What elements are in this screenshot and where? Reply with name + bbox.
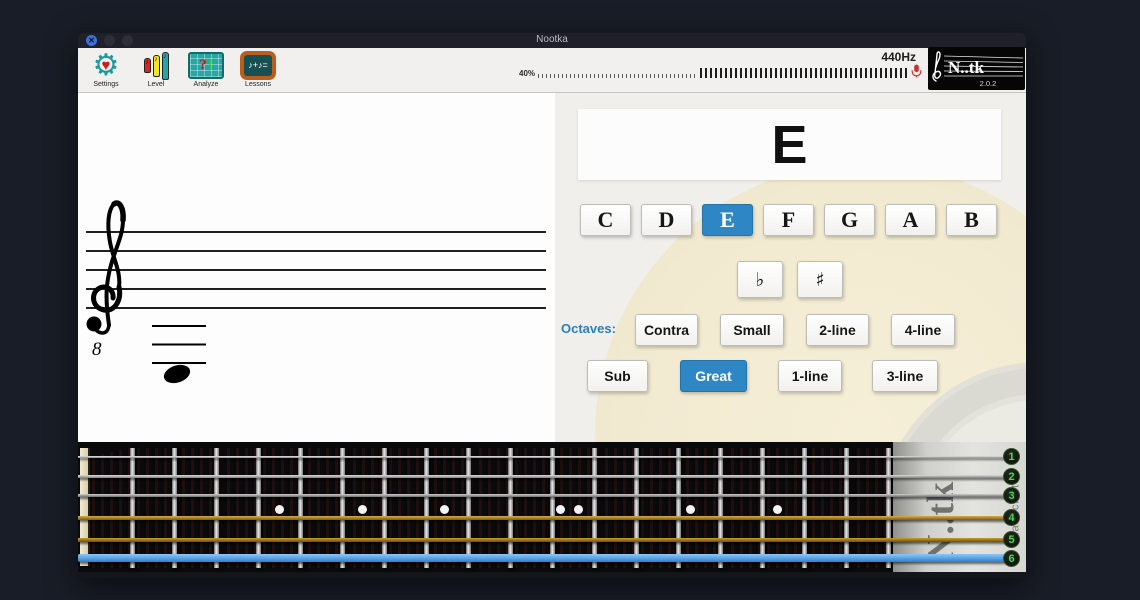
string-number-4[interactable]: 4 [1003,509,1020,526]
string-2[interactable] [78,475,1016,478]
microphone-icon[interactable] [911,64,922,78]
fret [592,448,597,568]
fret [256,448,261,568]
octaves-label: Octaves: [561,321,616,336]
octave-contra[interactable]: Contra [635,314,698,346]
fret [172,448,177,568]
tuning-frequency: 440Hz [881,50,916,64]
octave-2-line[interactable]: 2-line [806,314,869,346]
settings-button[interactable]: ⚙ ♥ Settings [84,50,128,88]
flat-button[interactable]: ♭ [737,261,783,298]
string-number-2[interactable]: 2 [1003,468,1020,485]
fret [424,448,429,568]
settings-gear-icon: ⚙ ♥ [84,50,128,81]
fret [844,448,849,568]
fretboard-nut [80,448,90,566]
guitar-fretboard[interactable]: N..tk handcrafted 1 2 3 4 5 6 [78,442,1026,572]
fret [760,448,765,568]
lessons-notes-icon: ♪+♪= [236,50,280,81]
fret [130,448,135,568]
window-bottom-edge [78,572,1026,577]
fret [508,448,513,568]
fret-marker-17 [773,505,782,514]
string-number-5[interactable]: 5 [1003,531,1020,548]
fret [340,448,345,568]
octave-4-line[interactable]: 4-line [891,314,955,346]
logo-clef-icon [933,52,940,81]
main-area: 8 E C D E F G A B ♭ ♯ Oc [78,93,1026,442]
string-1[interactable] [78,456,1016,458]
octave-great[interactable]: Great [680,360,747,392]
string-number-3[interactable]: 3 [1003,487,1020,504]
fret-marker-15 [686,505,695,514]
lessons-button[interactable]: ♪+♪= Lessons [236,50,280,88]
octave-sub[interactable]: Sub [587,360,648,392]
volume-percent: 40% [519,70,535,78]
note-name-panel: E C D E F G A B ♭ ♯ Octaves: Contra Smal… [555,93,1026,442]
note-letter-d[interactable]: D [641,204,692,236]
string-number-1[interactable]: 1 [1003,448,1020,465]
fret-marker-12b [574,505,583,514]
note-letter-e[interactable]: E [702,204,753,236]
logo-text: N..tk [948,58,984,77]
fret [214,448,219,568]
fret-marker-7 [358,505,367,514]
analyze-chart-icon: ? ! [184,50,228,81]
clef-octave-mark: 8 [92,339,102,360]
fret [382,448,387,568]
string-5[interactable] [78,538,1016,542]
current-note-display: E [578,109,1001,180]
level-button[interactable]: ♪♪♪ Level [134,50,178,88]
staff: 8 [78,93,555,442]
note-letter-g[interactable]: G [824,204,875,236]
treble-clef-icon: 8 [87,203,124,360]
heart-icon: ♥ [102,57,111,74]
string-6-highlighted[interactable] [78,554,1016,562]
fret [718,448,723,568]
fret-marker-5 [275,505,284,514]
nootka-logo: N..tk 2.0.2 [928,47,1025,90]
level-label: Level [134,81,178,88]
octave-3-line[interactable]: 3-line [872,360,938,392]
fret [676,448,681,568]
sharp-button[interactable]: ♯ [797,261,843,298]
ledger-lines [152,326,206,363]
fret [298,448,303,568]
volume-meter[interactable]: 40% [519,66,922,78]
settings-label: Settings [84,81,128,88]
nootka-window: ✕ Nootka ⚙ ♥ Settings ♪♪♪ Level ? ! [78,33,1026,578]
note-letter-f[interactable]: F [763,204,814,236]
toolbar: ⚙ ♥ Settings ♪♪♪ Level ? ! Analyze ♪+♪= [78,48,1026,93]
logo-version: 2.0.2 [980,79,997,88]
fret [634,448,639,568]
fret [802,448,807,568]
title-bar: ✕ Nootka [78,33,1026,48]
string-4[interactable] [78,516,1016,520]
analyze-label: Analyze [184,81,228,88]
note-letter-a[interactable]: A [885,204,936,236]
analyze-button[interactable]: ? ! Analyze [184,50,228,88]
level-bars-icon: ♪♪♪ [134,50,178,81]
meter-ticks-high [700,68,908,78]
note-letter-c[interactable]: C [580,204,631,236]
note-head [162,362,193,387]
fret-marker-12a [556,505,565,514]
fret [886,448,891,568]
octave-1-line[interactable]: 1-line [778,360,842,392]
fret-marker-9 [440,505,449,514]
fret [550,448,555,568]
fret [466,448,471,568]
string-number-6[interactable]: 6 [1003,550,1020,567]
score-panel[interactable]: 8 [78,93,555,442]
lessons-label: Lessons [236,81,280,88]
note-letter-b[interactable]: B [946,204,997,236]
string-3[interactable] [78,494,1016,497]
window-title: Nootka [78,34,1026,45]
octave-small[interactable]: Small [720,314,784,346]
meter-ticks-low [538,74,697,78]
